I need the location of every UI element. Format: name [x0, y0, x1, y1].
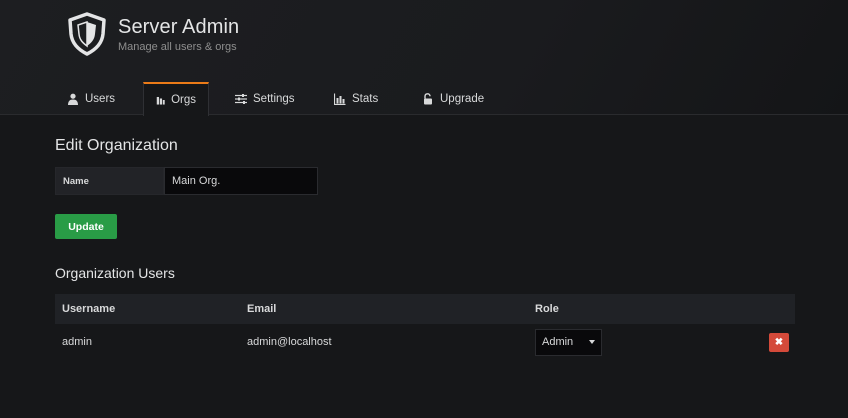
- page-subtitle: Manage all users & orgs: [118, 41, 237, 53]
- table-row: admin admin@localhost Admin ✖: [55, 324, 795, 360]
- remove-user-button[interactable]: ✖: [769, 332, 789, 352]
- sliders-icon: [235, 93, 247, 104]
- role-select[interactable]: Admin: [535, 328, 602, 356]
- building-icon: [156, 96, 165, 105]
- tab-stats[interactable]: Stats: [322, 82, 390, 115]
- table-header-row: Username Email Role: [55, 294, 795, 324]
- close-icon: ✖: [774, 336, 784, 348]
- tab-label: Upgrade: [440, 92, 485, 105]
- tab-label: Orgs: [171, 94, 196, 106]
- org-users-table: Username Email Role admin admin@localhos…: [55, 294, 795, 360]
- organization-users-heading: Organization Users: [55, 265, 175, 281]
- user-username: admin: [62, 336, 92, 348]
- user-role-cell: Admin: [528, 324, 761, 360]
- column-header-role: Role: [528, 294, 761, 324]
- column-header-actions: [761, 294, 795, 324]
- tab-orgs[interactable]: Orgs: [143, 82, 209, 116]
- chevron-down-icon: [589, 340, 595, 344]
- user-actions-cell: ✖: [761, 324, 795, 360]
- tab-label: Settings: [253, 92, 295, 105]
- edit-organization-heading: Edit Organization: [55, 137, 178, 154]
- org-name-input[interactable]: [164, 167, 318, 195]
- user-icon: [68, 93, 78, 105]
- bar-chart-icon: [334, 93, 346, 105]
- role-select-value: Admin: [542, 336, 574, 348]
- page-header: Server Admin Manage all users & orgs Use…: [0, 0, 848, 116]
- update-button[interactable]: Update: [55, 214, 117, 239]
- org-name-form-row: Name: [55, 167, 318, 195]
- tab-label: Users: [85, 92, 116, 105]
- shield-icon: [68, 12, 106, 56]
- page-title: Server Admin: [118, 16, 240, 38]
- column-header-email: Email: [240, 294, 528, 324]
- tab-upgrade[interactable]: Upgrade: [410, 82, 496, 115]
- org-name-label: Name: [55, 167, 164, 195]
- tab-label: Stats: [352, 92, 379, 105]
- tab-settings[interactable]: Settings: [223, 82, 307, 115]
- tab-users[interactable]: Users: [55, 82, 127, 115]
- user-email: admin@localhost: [247, 336, 332, 348]
- column-header-username: Username: [55, 294, 240, 324]
- unlock-icon: [424, 92, 432, 104]
- server-admin-page: Server Admin Manage all users & orgs Use…: [0, 0, 848, 418]
